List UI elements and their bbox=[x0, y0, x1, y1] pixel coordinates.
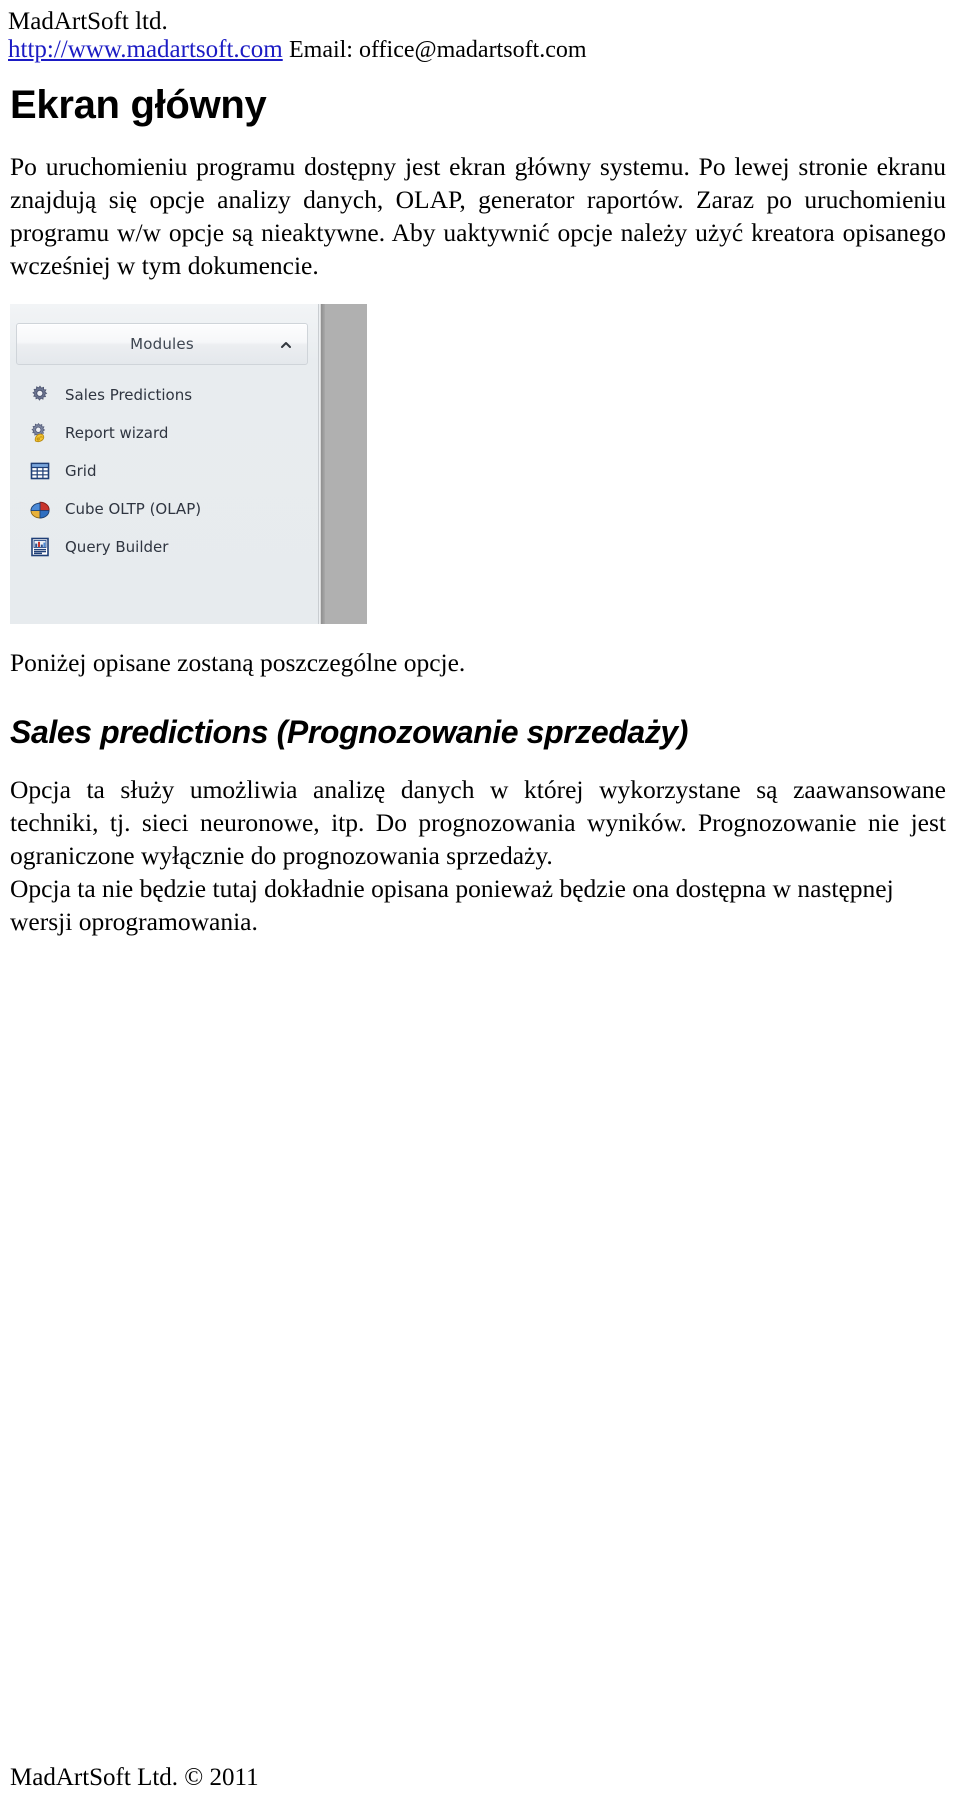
pie-chart-icon bbox=[28, 497, 52, 521]
document-header: MadArtSoft ltd. http://www.madartsoft.co… bbox=[8, 8, 948, 64]
modules-list: Sales Predictions Report wizard Grid Cub… bbox=[10, 376, 319, 566]
module-label: Sales Predictions bbox=[65, 386, 193, 404]
page-footer: MadArtSoft Ltd. © 2011 bbox=[10, 1764, 259, 1791]
header-company-line: MadArtSoft ltd. bbox=[8, 8, 948, 36]
email-text: Email: office@madartsoft.com bbox=[288, 37, 587, 63]
company-name: MadArtSoft ltd. bbox=[8, 8, 168, 35]
header-contact-line: http://www.madartsoft.com Email: office@… bbox=[8, 36, 948, 64]
website-link[interactable]: http://www.madartsoft.com bbox=[8, 36, 283, 63]
module-label: Grid bbox=[65, 462, 97, 480]
module-item-cube-oltp-olap[interactable]: Cube OLTP (OLAP) bbox=[10, 490, 319, 528]
module-label: Cube OLTP (OLAP) bbox=[65, 500, 202, 518]
section-paragraph-2: Opcja ta nie będzie tutaj dokładnie opis… bbox=[10, 874, 894, 936]
module-item-query-builder[interactable]: Query Builder bbox=[10, 528, 319, 566]
section-paragraph-1: Opcja ta służy umożliwia analizę danych … bbox=[10, 775, 946, 870]
gear-wand-icon bbox=[28, 421, 52, 445]
gear-icon bbox=[28, 383, 52, 407]
bar-chart-report-icon bbox=[28, 535, 52, 559]
after-screenshot-paragraph: Poniżej opisane zostaną poszczególne opc… bbox=[10, 648, 466, 677]
panel-splitter[interactable] bbox=[320, 304, 367, 624]
modules-panel-title: Modules bbox=[130, 335, 194, 353]
section-heading: Sales predictions (Prognozowanie sprzeda… bbox=[10, 714, 689, 750]
module-label: Query Builder bbox=[65, 538, 169, 556]
intro-paragraph: Po uruchomieniu programu dostępny jest e… bbox=[10, 152, 946, 280]
chevron-up-icon[interactable] bbox=[279, 338, 293, 352]
module-item-grid[interactable]: Grid bbox=[10, 452, 319, 490]
modules-sidebar: Modules Sales Predictions Report wizard … bbox=[10, 304, 319, 624]
module-item-report-wizard[interactable]: Report wizard bbox=[10, 414, 319, 452]
table-grid-icon bbox=[28, 459, 52, 483]
page-title: Ekran główny bbox=[10, 83, 267, 127]
module-item-sales-predictions[interactable]: Sales Predictions bbox=[10, 376, 319, 414]
modules-panel-header[interactable]: Modules bbox=[16, 323, 308, 365]
module-label: Report wizard bbox=[65, 424, 169, 442]
document-page: MadArtSoft ltd. http://www.madartsoft.co… bbox=[0, 0, 960, 1793]
app-screenshot: Modules Sales Predictions Report wizard … bbox=[10, 304, 367, 624]
